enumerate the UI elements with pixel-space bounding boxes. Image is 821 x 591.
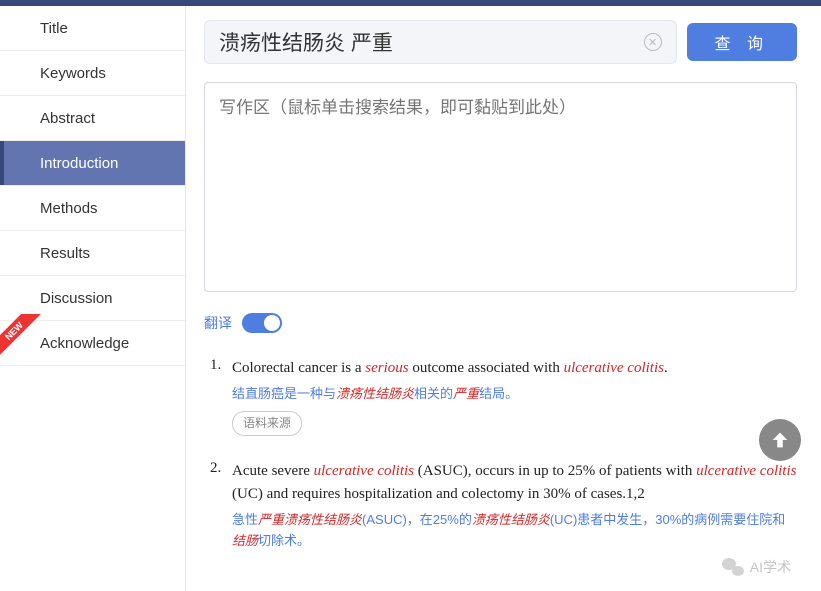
sidebar-item-acknowledge[interactable]: Acknowledge <box>0 321 185 366</box>
search-input[interactable] <box>219 30 644 54</box>
watermark: AI学术 <box>722 557 791 577</box>
translate-toggle[interactable] <box>242 313 282 333</box>
results-list: 1.Colorectal cancer is a serious outcome… <box>204 357 797 552</box>
result-body: Colorectal cancer is a serious outcome a… <box>232 357 797 436</box>
sidebar-item-introduction[interactable]: Introduction <box>0 141 185 186</box>
result-body: Acute severe ulcerative colitis (ASUC), … <box>232 460 797 552</box>
sidebar-item-discussion[interactable]: Discussion <box>0 276 185 321</box>
result-english: Colorectal cancer is a serious outcome a… <box>232 357 797 380</box>
main-container: TitleKeywordsAbstractIntroductionMethods… <box>0 6 821 591</box>
result-item[interactable]: 2.Acute severe ulcerative colitis (ASUC)… <box>210 460 797 552</box>
main-panel: ✕ 查 询 翻译 1.Colorectal cancer is a seriou… <box>186 6 821 591</box>
wechat-icon <box>722 558 744 576</box>
translate-label: 翻译 <box>204 313 232 333</box>
query-button[interactable]: 查 询 <box>687 23 797 61</box>
result-english: Acute severe ulcerative colitis (ASUC), … <box>232 460 797 507</box>
write-area[interactable] <box>204 82 797 292</box>
clear-icon[interactable]: ✕ <box>644 33 662 51</box>
result-chinese: 结直肠癌是一种与溃疡性结肠炎相关的严重结局。 <box>232 384 797 405</box>
watermark-text: AI学术 <box>750 557 791 577</box>
sidebar-item-methods[interactable]: Methods <box>0 186 185 231</box>
sidebar-item-title[interactable]: Title <box>0 6 185 51</box>
search-row: ✕ 查 询 <box>204 20 797 64</box>
sidebar-item-results[interactable]: Results <box>0 231 185 276</box>
source-button[interactable]: 语料来源 <box>232 411 302 436</box>
result-number: 2. <box>210 460 232 552</box>
result-chinese: 急性严重溃疡性结肠炎(ASUC)，在25%的溃疡性结肠炎(UC)患者中发生，30… <box>232 510 797 552</box>
sidebar-item-keywords[interactable]: Keywords <box>0 51 185 96</box>
sidebar-item-abstract[interactable]: Abstract <box>0 96 185 141</box>
search-box: ✕ <box>204 20 677 64</box>
result-number: 1. <box>210 357 232 436</box>
translate-row: 翻译 <box>204 313 797 333</box>
scroll-top-button[interactable] <box>759 419 801 461</box>
result-item[interactable]: 1.Colorectal cancer is a serious outcome… <box>210 357 797 436</box>
sidebar: TitleKeywordsAbstractIntroductionMethods… <box>0 6 186 591</box>
